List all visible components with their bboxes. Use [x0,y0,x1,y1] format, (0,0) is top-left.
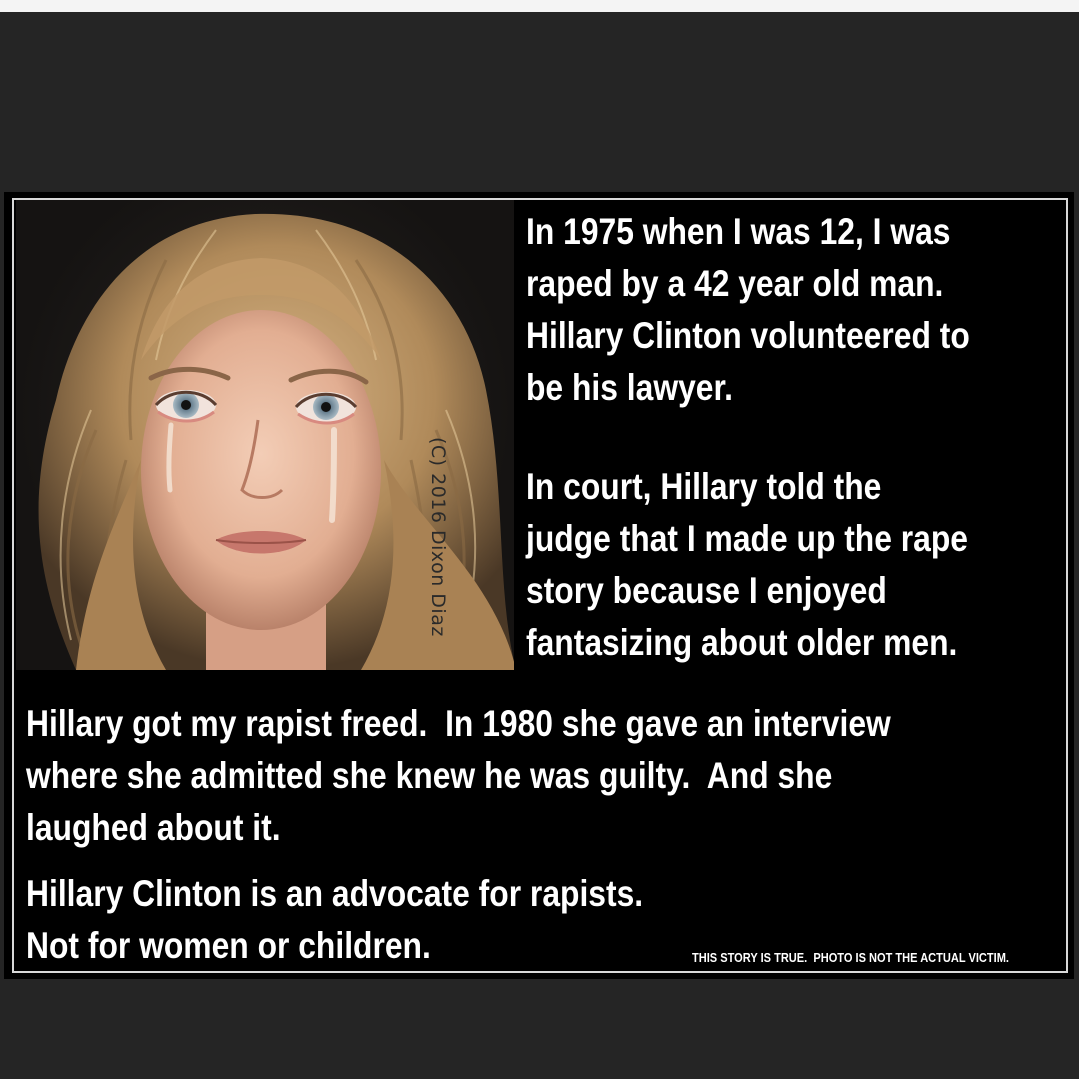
paragraph-3-line: laughed about it. [26,807,281,848]
disclaimer-text: THIS STORY IS TRUE. PHOTO IS NOT THE ACT… [692,950,1009,965]
paragraph-3-line: where she admitted she knew he was guilt… [26,755,833,796]
paragraph-1-line: raped by a 42 year old man. [526,263,944,304]
paragraph-1-line: be his lawyer. [526,367,733,408]
paragraph-1: In 1975 when I was 12, I was raped by a … [526,206,970,414]
paragraph-3-line: Hillary got my rapist freed. In 1980 she… [26,703,891,744]
paragraph-4: Hillary Clinton is an advocate for rapis… [26,868,643,972]
photo-watermark: (C) 2016 Dixon Diaz [427,437,449,637]
paragraph-2-line: story because I enjoyed [526,570,887,611]
paragraph-1-line: Hillary Clinton volunteered to [526,315,970,356]
paragraph-1-line: In 1975 when I was 12, I was [526,211,951,252]
paragraph-2-line: fantasizing about older men. [526,622,958,663]
paragraph-2: In court, Hillary told the judge that I … [526,461,968,669]
paragraph-4-line: Not for women or children. [26,925,431,966]
paragraph-3: Hillary got my rapist freed. In 1980 she… [26,698,891,854]
paragraph-4-line: Hillary Clinton is an advocate for rapis… [26,873,644,914]
top-strip [0,0,1079,12]
paragraph-2-line: judge that I made up the rape [526,518,968,559]
meme-card: (C) 2016 Dixon Diaz In 1975 when I was 1… [4,192,1074,979]
paragraph-2-line: In court, Hillary told the [526,466,882,507]
